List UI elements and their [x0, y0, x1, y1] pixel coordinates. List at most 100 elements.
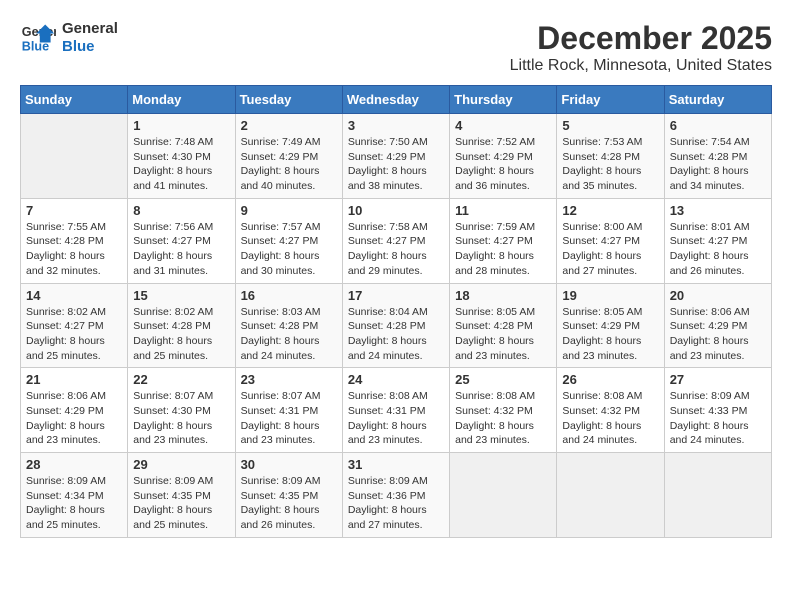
calendar-cell: 28 Sunrise: 8:09 AM Sunset: 4:34 PM Dayli… — [21, 453, 128, 538]
day-number: 30 — [241, 457, 337, 472]
day-info: Sunrise: 7:56 AM Sunset: 4:27 PM Dayligh… — [133, 220, 229, 279]
day-number: 26 — [562, 372, 658, 387]
calendar-cell: 25Sunrise: 8:08 AM Sunset: 4:32 PM Dayli… — [450, 368, 557, 453]
weekday-header: Monday — [128, 86, 235, 114]
day-number: 7 — [26, 203, 122, 218]
calendar-cell: 13Sunrise: 8:01 AM Sunset: 4:27 PM Dayli… — [664, 198, 771, 283]
calendar-cell: 4 Sunrise: 7:52 AM Sunset: 4:29 PM Daylig… — [450, 114, 557, 199]
calendar-cell — [664, 453, 771, 538]
weekday-header: Sunday — [21, 86, 128, 114]
calendar-cell: 27 Sunrise: 8:09 AM Sunset: 4:33 PM Dayli… — [664, 368, 771, 453]
calendar-cell: 10Sunrise: 7:58 AM Sunset: 4:27 PM Dayli… — [342, 198, 449, 283]
day-number: 11 — [455, 203, 551, 218]
logo: General Blue General Blue — [20, 20, 118, 56]
calendar-cell: 14Sunrise: 8:02 AM Sunset: 4:27 PM Dayli… — [21, 283, 128, 368]
day-info: Sunrise: 8:08 AM Sunset: 4:32 PM Dayligh… — [455, 389, 551, 448]
day-info: Sunrise: 7:52 AM Sunset: 4:29 PM Dayligh… — [455, 135, 551, 194]
day-number: 31 — [348, 457, 444, 472]
day-info: Sunrise: 7:50 AM Sunset: 4:29 PM Dayligh… — [348, 135, 444, 194]
day-info: Sunrise: 8:09 AM Sunset: 4:33 PM Dayligh… — [670, 389, 766, 448]
logo-icon: General Blue — [20, 20, 56, 56]
day-number: 5 — [562, 118, 658, 133]
day-info: Sunrise: 8:08 AM Sunset: 4:31 PM Dayligh… — [348, 389, 444, 448]
day-number: 6 — [670, 118, 766, 133]
day-number: 18 — [455, 288, 551, 303]
calendar-cell: 30 Sunrise: 8:09 AM Sunset: 4:35 PM Dayli… — [235, 453, 342, 538]
calendar-cell: 26 Sunrise: 8:08 AM Sunset: 4:32 PM Dayli… — [557, 368, 664, 453]
day-number: 13 — [670, 203, 766, 218]
day-number: 3 — [348, 118, 444, 133]
calendar-cell: 5 Sunrise: 7:53 AM Sunset: 4:28 PM Daylig… — [557, 114, 664, 199]
calendar-cell: 17 Sunrise: 8:04 AM Sunset: 4:28 PM Dayli… — [342, 283, 449, 368]
day-number: 16 — [241, 288, 337, 303]
calendar-cell: 12Sunrise: 8:00 AM Sunset: 4:27 PM Dayli… — [557, 198, 664, 283]
day-info: Sunrise: 8:07 AM Sunset: 4:30 PM Dayligh… — [133, 389, 229, 448]
day-info: Sunrise: 7:54 AM Sunset: 4:28 PM Dayligh… — [670, 135, 766, 194]
day-info: Sunrise: 8:00 AM Sunset: 4:27 PM Dayligh… — [562, 220, 658, 279]
day-info: Sunrise: 8:05 AM Sunset: 4:29 PM Dayligh… — [562, 305, 658, 364]
day-info: Sunrise: 8:09 AM Sunset: 4:35 PM Dayligh… — [241, 474, 337, 533]
calendar-cell: 23 Sunrise: 8:07 AM Sunset: 4:31 PM Dayli… — [235, 368, 342, 453]
day-number: 24 — [348, 372, 444, 387]
calendar-cell: 18 Sunrise: 8:05 AM Sunset: 4:28 PM Dayli… — [450, 283, 557, 368]
calendar-week: 28 Sunrise: 8:09 AM Sunset: 4:34 PM Dayli… — [21, 453, 772, 538]
day-info: Sunrise: 7:55 AM Sunset: 4:28 PM Dayligh… — [26, 220, 122, 279]
day-number: 21 — [26, 372, 122, 387]
day-info: Sunrise: 8:05 AM Sunset: 4:28 PM Dayligh… — [455, 305, 551, 364]
calendar-week: 14Sunrise: 8:02 AM Sunset: 4:27 PM Dayli… — [21, 283, 772, 368]
day-info: Sunrise: 8:02 AM Sunset: 4:27 PM Dayligh… — [26, 305, 122, 364]
day-info: Sunrise: 8:06 AM Sunset: 4:29 PM Dayligh… — [26, 389, 122, 448]
calendar-cell: 8Sunrise: 7:56 AM Sunset: 4:27 PM Daylig… — [128, 198, 235, 283]
day-number: 22 — [133, 372, 229, 387]
day-number: 17 — [348, 288, 444, 303]
weekday-row: SundayMondayTuesdayWednesdayThursdayFrid… — [21, 86, 772, 114]
calendar-week: 7 Sunrise: 7:55 AM Sunset: 4:28 PM Daylig… — [21, 198, 772, 283]
page-header: General Blue General Blue December 2025 … — [20, 20, 772, 75]
day-number: 1 — [133, 118, 229, 133]
calendar-header: SundayMondayTuesdayWednesdayThursdayFrid… — [21, 86, 772, 114]
calendar-cell: 3 Sunrise: 7:50 AM Sunset: 4:29 PM Daylig… — [342, 114, 449, 199]
calendar-cell: 31Sunrise: 8:09 AM Sunset: 4:36 PM Dayli… — [342, 453, 449, 538]
day-number: 27 — [670, 372, 766, 387]
title-block: December 2025 Little Rock, Minnesota, Un… — [510, 20, 772, 75]
calendar-cell: 24 Sunrise: 8:08 AM Sunset: 4:31 PM Dayli… — [342, 368, 449, 453]
calendar-cell: 29Sunrise: 8:09 AM Sunset: 4:35 PM Dayli… — [128, 453, 235, 538]
calendar-week: 1 Sunrise: 7:48 AM Sunset: 4:30 PM Daylig… — [21, 114, 772, 199]
weekday-header: Friday — [557, 86, 664, 114]
calendar-title: December 2025 — [510, 20, 772, 57]
calendar-cell: 21 Sunrise: 8:06 AM Sunset: 4:29 PM Dayli… — [21, 368, 128, 453]
day-info: Sunrise: 8:02 AM Sunset: 4:28 PM Dayligh… — [133, 305, 229, 364]
weekday-header: Saturday — [664, 86, 771, 114]
calendar-cell: 20 Sunrise: 8:06 AM Sunset: 4:29 PM Dayli… — [664, 283, 771, 368]
calendar-cell: 6 Sunrise: 7:54 AM Sunset: 4:28 PM Daylig… — [664, 114, 771, 199]
day-info: Sunrise: 8:04 AM Sunset: 4:28 PM Dayligh… — [348, 305, 444, 364]
day-info: Sunrise: 8:08 AM Sunset: 4:32 PM Dayligh… — [562, 389, 658, 448]
day-number: 15 — [133, 288, 229, 303]
calendar-cell: 1 Sunrise: 7:48 AM Sunset: 4:30 PM Daylig… — [128, 114, 235, 199]
day-info: Sunrise: 8:07 AM Sunset: 4:31 PM Dayligh… — [241, 389, 337, 448]
day-info: Sunrise: 7:59 AM Sunset: 4:27 PM Dayligh… — [455, 220, 551, 279]
calendar-cell: 16 Sunrise: 8:03 AM Sunset: 4:28 PM Dayli… — [235, 283, 342, 368]
day-info: Sunrise: 7:53 AM Sunset: 4:28 PM Dayligh… — [562, 135, 658, 194]
day-number: 28 — [26, 457, 122, 472]
day-info: Sunrise: 8:09 AM Sunset: 4:34 PM Dayligh… — [26, 474, 122, 533]
calendar-cell: 7 Sunrise: 7:55 AM Sunset: 4:28 PM Daylig… — [21, 198, 128, 283]
calendar-cell: 22 Sunrise: 8:07 AM Sunset: 4:30 PM Dayli… — [128, 368, 235, 453]
day-info: Sunrise: 7:49 AM Sunset: 4:29 PM Dayligh… — [241, 135, 337, 194]
day-number: 23 — [241, 372, 337, 387]
calendar-subtitle: Little Rock, Minnesota, United States — [510, 57, 772, 75]
day-number: 2 — [241, 118, 337, 133]
day-number: 20 — [670, 288, 766, 303]
calendar-cell — [21, 114, 128, 199]
day-info: Sunrise: 8:03 AM Sunset: 4:28 PM Dayligh… — [241, 305, 337, 364]
day-number: 9 — [241, 203, 337, 218]
day-info: Sunrise: 7:48 AM Sunset: 4:30 PM Dayligh… — [133, 135, 229, 194]
day-number: 19 — [562, 288, 658, 303]
day-number: 10 — [348, 203, 444, 218]
calendar-cell: 11 Sunrise: 7:59 AM Sunset: 4:27 PM Dayli… — [450, 198, 557, 283]
day-number: 4 — [455, 118, 551, 133]
calendar-body: 1 Sunrise: 7:48 AM Sunset: 4:30 PM Daylig… — [21, 114, 772, 538]
day-number: 29 — [133, 457, 229, 472]
calendar-cell: 19 Sunrise: 8:05 AM Sunset: 4:29 PM Dayli… — [557, 283, 664, 368]
day-info: Sunrise: 8:06 AM Sunset: 4:29 PM Dayligh… — [670, 305, 766, 364]
